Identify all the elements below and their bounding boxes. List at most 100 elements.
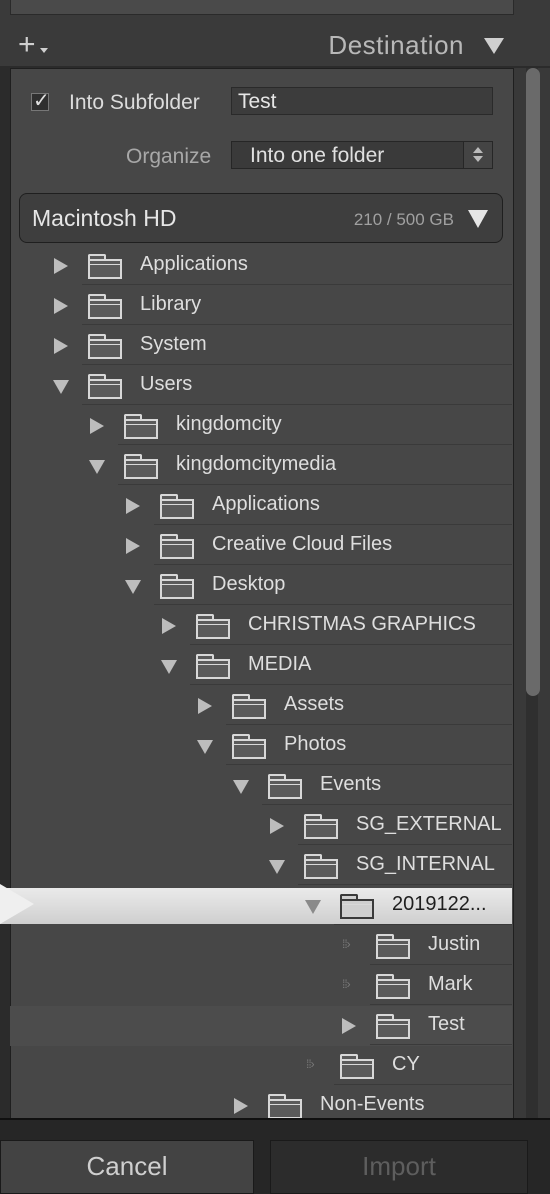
folder-row[interactable]: Applications [0,485,512,525]
organize-select[interactable]: Into one folder [231,141,493,169]
volume-name: Macintosh HD [32,205,177,231]
no-children-icon: ⁞⁞› [306,1057,315,1071]
disclosure-right-icon[interactable] [54,338,68,354]
folder-icon [88,254,122,279]
bottom-bar: Cancel Import [0,1118,550,1194]
folder-row[interactable]: Applications [0,245,512,285]
folder-row[interactable]: SG_INTERNAL [0,845,512,885]
no-children-icon: ⁞⁞› [342,977,351,991]
disclosure-down-icon[interactable] [197,740,213,754]
folder-icon [124,414,158,439]
folder-name: Test [428,1013,465,1035]
folder-row[interactable]: Creative Cloud Files [0,525,512,565]
folder-row[interactable]: ⁞⁞› CY [0,1045,512,1085]
folder-name: SG_EXTERNAL [356,813,502,835]
folder-row[interactable]: 2019122... [0,885,512,925]
folder-icon [88,294,122,319]
folder-row[interactable]: Events [0,765,512,805]
folder-name: Non-Events [320,1093,425,1115]
folder-name: Mark [428,973,473,995]
folder-icon [232,734,266,759]
subfolder-options: ✓ Into Subfolder Test Organize Into one … [11,69,513,187]
scroll-thumb[interactable] [526,68,540,696]
folder-name: SG_INTERNAL [356,853,495,875]
checkmark-icon: ✓ [33,90,50,112]
import-button[interactable]: Import [270,1140,528,1194]
folder-row[interactable]: Photos [0,725,512,765]
folder-icon [88,374,122,399]
folder-name: kingdomcity [176,413,282,435]
folder-name: MEDIA [248,653,312,675]
folder-name: Photos [284,733,347,755]
no-children-icon: ⁞⁞› [342,937,351,951]
disclosure-down-icon[interactable] [161,660,177,674]
folder-icon [376,1014,410,1039]
folder-name: System [140,333,207,355]
folder-icon [196,654,230,679]
into-subfolder-label[interactable]: Into Subfolder [69,91,200,115]
disclosure-right-icon[interactable] [342,1018,356,1034]
disclosure-right-icon[interactable] [198,698,212,714]
folder-icon [88,334,122,359]
folder-icon [340,1054,374,1079]
folder-name: Users [140,373,193,395]
folder-icon [268,774,302,799]
folder-row[interactable]: ⁞⁞› Justin [0,925,512,965]
volume-header[interactable]: Macintosh HD 210 / 500 GB [19,193,503,243]
add-icon[interactable]: + [18,30,36,60]
folder-row[interactable]: kingdomcity [0,405,512,445]
folder-row[interactable]: Test [0,1005,512,1045]
folder-row[interactable]: CHRISTMAS GRAPHICS [0,605,512,645]
disclosure-down-icon[interactable] [89,460,105,474]
subfolder-name-input[interactable]: Test [231,87,493,115]
folder-name: kingdomcitymedia [176,453,337,475]
disclosure-right-icon[interactable] [234,1098,248,1114]
folder-icon [160,534,194,559]
destination-header[interactable]: + Destination [0,26,550,66]
folder-icon [376,974,410,999]
previous-panel-edge [10,0,514,15]
disclosure-down-icon[interactable] [269,860,285,874]
folder-row[interactable]: MEDIA [0,645,512,685]
organize-value: Into one folder [250,144,385,167]
folder-name: CY [392,1053,420,1075]
folder-name: 2019122... [392,893,487,915]
folder-name: Applications [140,253,248,275]
folder-row[interactable]: ⁞⁞› Mark [0,965,512,1005]
select-stepper-icon[interactable] [463,142,492,168]
disclosure-right-icon[interactable] [126,498,140,514]
disclosure-down-icon[interactable] [125,580,141,594]
folder-row[interactable]: Library [0,285,512,325]
disclosure-down-icon[interactable] [53,380,69,394]
folder-name: Library [140,293,202,315]
disclosure-right-icon[interactable] [90,418,104,434]
folder-name: Creative Cloud Files [212,533,393,555]
folder-row[interactable]: SG_EXTERNAL [0,805,512,845]
disclosure-right-icon[interactable] [54,298,68,314]
disclosure-right-icon[interactable] [54,258,68,274]
folder-icon [304,814,338,839]
disclosure-right-icon[interactable] [126,538,140,554]
folder-row[interactable]: kingdomcitymedia [0,445,512,485]
disclosure-right-icon[interactable] [270,818,284,834]
collapse-panel-icon[interactable] [484,38,504,54]
folder-icon [160,494,194,519]
scrollbar[interactable] [514,68,550,1122]
folder-name: Assets [284,693,345,715]
folder-row[interactable]: Desktop [0,565,512,605]
disclosure-right-icon[interactable] [162,618,176,634]
folder-icon [124,454,158,479]
disclosure-down-icon[interactable] [233,780,249,794]
folder-icon [196,614,230,639]
panel-title: Destination [328,30,464,60]
organize-label: Organize [126,145,212,168]
add-menu-caret-icon[interactable] [40,48,48,53]
into-subfolder-checkbox[interactable]: ✓ [31,90,50,112]
folder-name: Desktop [212,573,286,595]
folder-row[interactable]: Assets [0,685,512,725]
cancel-button[interactable]: Cancel [0,1140,254,1194]
folder-row[interactable]: System [0,325,512,365]
volume-expand-icon[interactable] [468,210,488,228]
folder-row[interactable]: Users [0,365,512,405]
disclosure-down-icon[interactable] [305,900,321,914]
